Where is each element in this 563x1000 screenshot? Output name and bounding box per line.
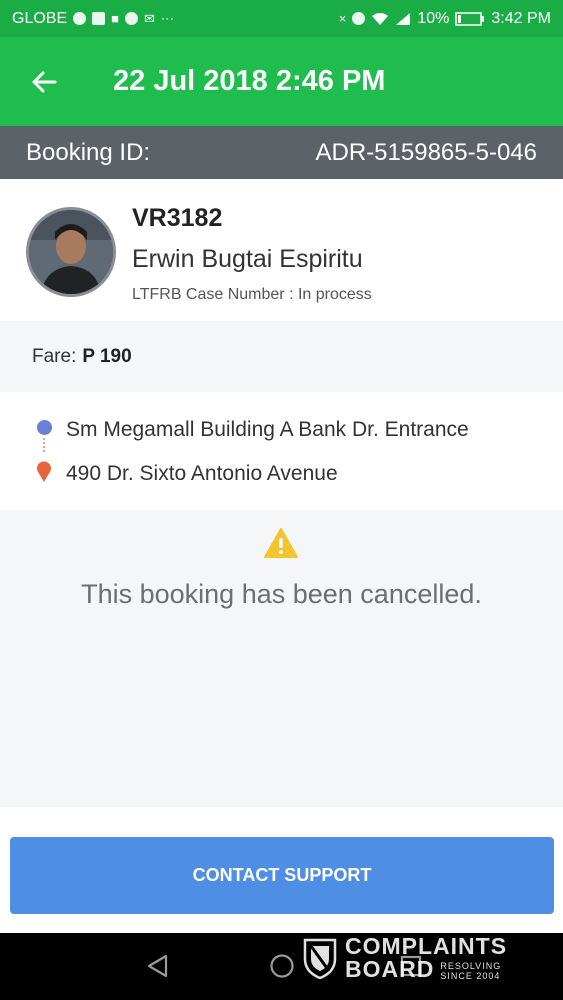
more-icon: ⋯ [160, 11, 174, 26]
fare-value: P 190 [82, 345, 132, 367]
driver-photo [29, 210, 113, 294]
driver-avatar [26, 207, 116, 297]
watermark-tag1: RESOLVING [440, 961, 502, 971]
booking-id-label: Booking ID: [26, 138, 151, 166]
shield-logo-icon [303, 938, 337, 979]
nav-home-icon[interactable] [269, 953, 295, 979]
fare-label: Fare: [32, 345, 77, 367]
mail-icon: ✉ [144, 11, 155, 26]
cancellation-notice: This booking has been cancelled. [0, 510, 563, 807]
watermark-line2: BOARD [345, 956, 435, 982]
booking-id-value: ADR-5159865-5-046 [315, 138, 537, 166]
battery-icon [455, 11, 485, 26]
page-title: 22 Jul 2018 2:46 PM [113, 65, 386, 97]
fare-row: Fare: P 190 [0, 321, 563, 392]
dropoff-pin-icon [37, 461, 51, 482]
carrier-name: GLOBE [12, 9, 68, 27]
complaints-board-watermark: COMPLAINTS BOARD RESOLVING SINCE 2004 [303, 935, 507, 981]
ltfrb-case-number: LTFRB Case Number : In process [132, 286, 372, 303]
clock: 3:42 PM [491, 9, 551, 27]
status-bar: GLOBE ■ ✉ ⋯ × 10% 3:42 PM [0, 0, 563, 37]
pickup-address: Sm Megamall Building A Bank Dr. Entrance [66, 418, 469, 441]
pickup-dot-icon [37, 420, 52, 435]
booking-id-bar: Booking ID: ADR-5159865-5-046 [0, 126, 563, 179]
arrow-left-icon [32, 71, 57, 92]
watermark-tag2: SINCE 2004 [440, 971, 501, 981]
route-connector [43, 438, 45, 452]
watermark-line1: COMPLAINTS [345, 933, 508, 959]
signal-icon [396, 12, 411, 25]
route-card: Sm Megamall Building A Bank Dr. Entrance… [0, 392, 563, 510]
back-button[interactable] [0, 37, 88, 126]
alarm-icon [352, 12, 366, 25]
chrome-icon [73, 12, 87, 25]
battery-level: 10% [417, 9, 450, 27]
contact-support-button[interactable]: CONTACT SUPPORT [10, 837, 554, 914]
support-area: CONTACT SUPPORT [0, 807, 563, 933]
warning-icon [264, 528, 298, 558]
app-bar: 22 Jul 2018 2:46 PM [0, 37, 563, 126]
nav-back-icon[interactable] [145, 953, 169, 979]
messenger-icon [125, 12, 138, 25]
mute-icon: × [338, 11, 347, 26]
cancelled-message: This booking has been cancelled. [81, 579, 482, 609]
dropoff-address: 490 Dr. Sixto Antonio Avenue [66, 462, 338, 485]
facebook-icon [92, 12, 106, 25]
driver-card: VR3182 Erwin Bugtai Espiritu LTFRB Case … [0, 179, 563, 321]
wifi-icon [372, 12, 389, 25]
vehicle-plate: VR3182 [132, 204, 223, 232]
car-icon: ■ [111, 11, 119, 26]
driver-name: Erwin Bugtai Espiritu [132, 245, 363, 273]
